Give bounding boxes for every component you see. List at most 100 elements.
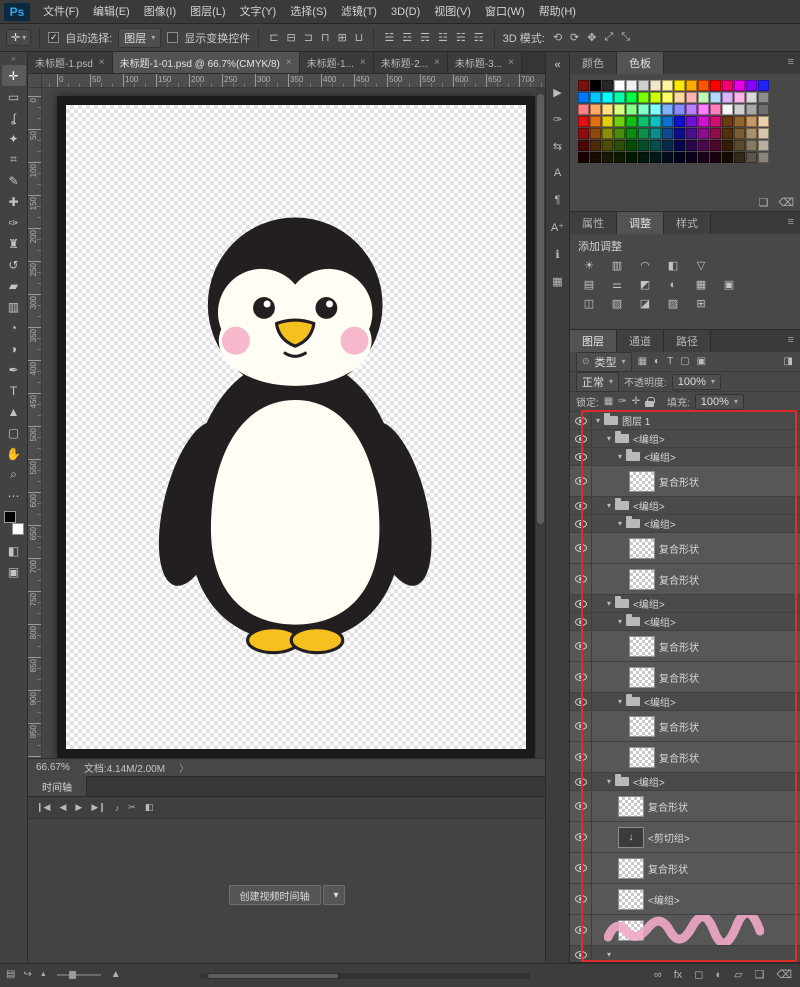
- document-tab[interactable]: 未标题-1... ×: [300, 51, 374, 73]
- distribute-bottom-icon[interactable]: ☴: [418, 30, 432, 45]
- color-swatch[interactable]: [710, 128, 721, 139]
- layer-effects-icon[interactable]: fx: [674, 969, 683, 981]
- color-swatch[interactable]: [698, 128, 709, 139]
- align-right-edges-icon[interactable]: ⊐: [302, 30, 315, 45]
- color-swatch[interactable]: [662, 92, 673, 103]
- color-swatch[interactable]: [650, 152, 661, 163]
- color-swatch[interactable]: [602, 116, 613, 127]
- visibility-toggle[interactable]: [570, 412, 592, 429]
- color-swatch[interactable]: [686, 80, 697, 91]
- close-tab-icon[interactable]: ×: [99, 57, 105, 68]
- color-swatch[interactable]: [638, 140, 649, 151]
- lock-image-pixels-icon[interactable]: ✑: [618, 396, 626, 407]
- color-swatch[interactable]: [602, 104, 613, 115]
- color-swatch[interactable]: [590, 80, 601, 91]
- posterize-icon[interactable]: ▧: [608, 295, 626, 312]
- layer-row[interactable]: 复合形状: [570, 711, 800, 742]
- auto-select-target-select[interactable]: 图层 ▾: [118, 28, 161, 48]
- color-swatch[interactable]: [602, 80, 613, 91]
- color-swatch[interactable]: [674, 116, 685, 127]
- color-swatch[interactable]: [674, 80, 685, 91]
- eyedropper-tool[interactable]: ✎: [2, 170, 26, 191]
- filter-type-select[interactable]: ⊙ 类型 ▾: [576, 352, 632, 372]
- visibility-toggle[interactable]: [570, 564, 592, 594]
- visibility-toggle[interactable]: [570, 853, 592, 883]
- color-swatch[interactable]: [710, 80, 721, 91]
- collapse-panels-icon[interactable]: «: [547, 56, 568, 74]
- brightness-contrast-icon[interactable]: ☀: [580, 257, 598, 274]
- layer-name[interactable]: 图层 1: [622, 413, 650, 428]
- color-swatch[interactable]: [758, 104, 769, 115]
- expand-collapse-icon[interactable]: ▾: [596, 416, 600, 425]
- layer-name[interactable]: <编组>: [633, 431, 665, 446]
- gradient-map-icon[interactable]: ▨: [664, 295, 682, 312]
- layer-name[interactable]: <编组>: [633, 498, 665, 513]
- character-styles-panel-icon[interactable]: A⁺: [547, 218, 568, 236]
- color-swatch[interactable]: [722, 80, 733, 91]
- panel-tab[interactable]: 调整: [617, 212, 664, 234]
- layer-name[interactable]: 复合形状: [659, 572, 699, 587]
- color-swatch[interactable]: [650, 80, 661, 91]
- filter-smart-objects-icon[interactable]: ▣: [696, 356, 707, 367]
- color-swatch[interactable]: [626, 116, 637, 127]
- visibility-toggle[interactable]: [570, 595, 592, 612]
- panel-tab[interactable]: 属性: [570, 212, 617, 234]
- previous-frame-icon[interactable]: ◀: [59, 802, 66, 813]
- brush-panel-icon[interactable]: ✑: [547, 110, 568, 128]
- color-swatch[interactable]: [650, 92, 661, 103]
- vibrance-icon[interactable]: ▽: [692, 257, 710, 274]
- layer-name[interactable]: <编组>: [644, 449, 676, 464]
- filter-type-layers-icon[interactable]: T: [666, 356, 674, 367]
- color-swatch[interactable]: [674, 152, 685, 163]
- visibility-toggle[interactable]: [570, 773, 592, 790]
- color-lookup-icon[interactable]: ▣: [720, 276, 738, 293]
- align-bottom-edges-icon[interactable]: ⊔: [353, 30, 366, 45]
- color-swatch[interactable]: [722, 116, 733, 127]
- channel-mixer-icon[interactable]: ▦: [692, 276, 710, 293]
- layer-name[interactable]: 复合形状: [659, 474, 699, 489]
- layer-name[interactable]: <编组>: [648, 892, 680, 907]
- color-swatch[interactable]: [674, 128, 685, 139]
- timeline-export-icon[interactable]: ↪: [23, 969, 31, 980]
- panel-tab[interactable]: 色板: [617, 52, 664, 74]
- filter-pixel-layers-icon[interactable]: ▦: [637, 356, 648, 367]
- current-tool-badge[interactable]: ✛ ▾: [6, 29, 31, 46]
- color-swatch[interactable]: [686, 116, 697, 127]
- lock-position-icon[interactable]: ✛: [632, 396, 640, 407]
- color-swatch[interactable]: [590, 152, 601, 163]
- menu-item[interactable]: 窗口(W): [478, 0, 532, 24]
- color-swatch[interactable]: [758, 128, 769, 139]
- layer-thumbnail[interactable]: [618, 889, 644, 910]
- invert-icon[interactable]: ◫: [580, 295, 598, 312]
- go-to-first-frame-icon[interactable]: ❙◀: [36, 802, 50, 813]
- color-swatch[interactable]: [578, 92, 589, 103]
- distribute-left-icon[interactable]: ☳: [436, 30, 450, 45]
- color-swatch[interactable]: [722, 92, 733, 103]
- layer-name[interactable]: 复合形状: [648, 799, 688, 814]
- color-swatch[interactable]: [614, 116, 625, 127]
- panel-tab[interactable]: 路径: [664, 330, 711, 352]
- expand-collapse-icon[interactable]: ▾: [618, 617, 622, 626]
- color-swatch[interactable]: [746, 80, 757, 91]
- menu-item[interactable]: 选择(S): [283, 0, 334, 24]
- color-swatch[interactable]: [734, 104, 745, 115]
- marquee-tool[interactable]: ▭: [2, 86, 26, 107]
- levels-icon[interactable]: ▥: [608, 257, 626, 274]
- color-swatch[interactable]: [590, 92, 601, 103]
- link-layers-icon[interactable]: ∞: [654, 969, 662, 981]
- color-swatch[interactable]: [710, 104, 721, 115]
- color-swatch[interactable]: [626, 80, 637, 91]
- screen-mode-icon[interactable]: ▣: [2, 561, 26, 582]
- visibility-toggle[interactable]: [570, 791, 592, 821]
- visibility-toggle[interactable]: [570, 533, 592, 563]
- color-swatch[interactable]: [638, 92, 649, 103]
- color-swatch[interactable]: [758, 140, 769, 151]
- eraser-tool[interactable]: ▰: [2, 275, 26, 296]
- menu-item[interactable]: 帮助(H): [532, 0, 583, 24]
- zoom-in-icon[interactable]: ▲: [111, 969, 121, 980]
- layer-name[interactable]: 复合形状: [659, 541, 699, 556]
- menu-item[interactable]: 滤镜(T): [334, 0, 384, 24]
- color-swatch[interactable]: [614, 92, 625, 103]
- menu-item[interactable]: 图层(L): [183, 0, 232, 24]
- color-swatch[interactable]: [686, 140, 697, 151]
